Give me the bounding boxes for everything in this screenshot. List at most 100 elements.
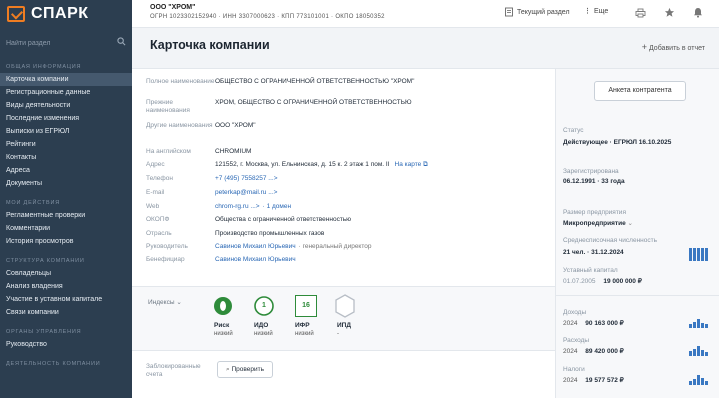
sidebar-item-comments[interactable]: Комментарии <box>0 222 132 235</box>
sidebar-item-co-owners[interactable]: Совладельцы <box>0 267 132 280</box>
sidebar-item-activities[interactable]: Виды деятельности <box>0 99 132 112</box>
field-label: ОКОПФ <box>146 216 170 223</box>
sidebar-item-documents[interactable]: Документы <box>0 177 132 190</box>
indices-toggle[interactable]: Индексы ⌄ <box>148 298 182 306</box>
star-icon[interactable] <box>664 7 675 18</box>
revenue-year: 2024 <box>563 320 578 327</box>
logo[interactable]: СПАРК <box>0 0 132 28</box>
taxes-label: Налоги <box>563 366 585 373</box>
field-full-name: Полное наименование ОБЩЕСТВО С ОГРАНИЧЕН… <box>146 78 414 86</box>
chevron-down-icon: ⌄ <box>176 299 182 306</box>
registered-label: Зарегистрирована <box>563 168 619 175</box>
sidebar-item-company-links[interactable]: Связи компании <box>0 306 132 319</box>
field-label: На английском <box>146 148 191 155</box>
phone-link[interactable]: +7 (495) 7558257 ...> <box>215 175 278 183</box>
sidebar-item-recent-changes[interactable]: Последние изменения <box>0 112 132 125</box>
section-title: СТРУКТУРА КОМПАНИИ <box>6 258 85 264</box>
divider <box>556 295 719 296</box>
field-value: ОБЩЕСТВО С ОГРАНИЧЕННОЙ ОТВЕТСТВЕННОСТЬЮ… <box>215 78 415 85</box>
sidebar-item-registration[interactable]: Регистрационные данные <box>0 86 132 99</box>
sidebar-section-general: ОБЩАЯ ИНФОРМАЦИЯ Карточка компании Регис… <box>0 58 132 190</box>
sidebar-item-ratings[interactable]: Рейтинги <box>0 138 132 151</box>
search-icon: ⌕ <box>226 366 230 373</box>
expenses-label: Расходы <box>563 337 590 344</box>
sidebar-search-input[interactable] <box>6 34 126 52</box>
capital-label: Уставный капитал <box>563 267 618 274</box>
email-link[interactable]: peterkap@mail.ru ...> <box>215 189 277 197</box>
revenue-value: 90 163 000 ₽ <box>585 320 624 327</box>
chevron-down-icon: ⌄ <box>627 220 633 227</box>
blocked-accounts-label: Заблокированные счета <box>146 363 201 378</box>
field-value: Общества с ограниченной ответственностью <box>215 216 352 223</box>
ido-index-badge: 1 <box>262 302 266 309</box>
company-details-card: Полное наименование ОБЩЕСТВО С ОГРАНИЧЕН… <box>132 68 555 294</box>
add-to-report-button[interactable]: + Добавить в отчет <box>642 42 705 52</box>
section-title: ДЕЯТЕЛЬНОСТЬ КОМПАНИИ <box>6 361 101 367</box>
status-label: Статус <box>563 127 584 134</box>
sidebar: СПАРК ОБЩАЯ ИНФОРМАЦИЯ Карточка компании… <box>0 0 132 398</box>
sidebar-item-company-card[interactable]: Карточка компании <box>0 73 132 86</box>
ipd-index-level: - <box>337 331 339 337</box>
counterparty-form-button[interactable]: Анкета контрагента <box>594 81 686 101</box>
org-name: ООО "ХРОМ" <box>150 4 196 11</box>
ifr-index-badge[interactable]: 16 <box>295 295 317 317</box>
size-label: Размер предприятия <box>563 209 626 216</box>
sidebar-search <box>0 28 132 58</box>
blocked-accounts-card: Заблокированные счета ⌕ Проверить <box>132 350 555 398</box>
revenue-label: Доходы <box>563 309 587 316</box>
search-icon[interactable] <box>117 37 126 46</box>
logo-text: СПАРК <box>31 5 89 22</box>
sidebar-item-capital-participation[interactable]: Участие в уставном капитале <box>0 293 132 306</box>
field-english-name: На английском CHROMIUM <box>146 148 251 156</box>
org-identifiers: ОГРН 1023302152940 · ИНН 3307000623 · КП… <box>150 14 385 20</box>
sidebar-item-egrul[interactable]: Выписки из ЕГРЮЛ <box>0 125 132 138</box>
field-industry: Отрасль Производство промышленных газов <box>146 230 324 238</box>
employees-bar-chart-icon[interactable] <box>689 247 711 261</box>
sidebar-item-leadership[interactable]: Руководство <box>0 338 132 351</box>
sidebar-section-my-actions: МОИ ДЕЙСТВИЯ Регламентные проверки Комме… <box>0 190 132 248</box>
sidebar-item-ownership-analysis[interactable]: Анализ владения <box>0 280 132 293</box>
main-content: Карточка компании + Добавить в отчет Пол… <box>132 28 719 398</box>
employees-label: Среднесписочная численность <box>563 237 657 244</box>
plus-icon: + <box>641 42 648 52</box>
web-link[interactable]: chrom-rg.ru ...> <box>215 203 260 211</box>
field-beneficiary: Бенефициар Савинов Михаил Юрьевич <box>146 256 296 264</box>
section-title: ОРГАНЫ УПРАВЛЕНИЯ <box>6 329 82 335</box>
field-email: E-mail peterkap@mail.ru ...> <box>146 189 277 197</box>
field-value: Производство промышленных газов <box>215 230 325 237</box>
sidebar-item-history[interactable]: История просмотров <box>0 235 132 248</box>
ido-index-name: ИДО <box>254 322 269 329</box>
sidebar-item-contacts[interactable]: Контакты <box>0 151 132 164</box>
on-map-link[interactable]: На карте ⧉ <box>395 161 428 169</box>
print-icon[interactable] <box>635 8 646 18</box>
field-label: E-mail <box>146 189 165 196</box>
bell-icon[interactable] <box>693 7 703 18</box>
taxes-row: 2024 19 577 572 ₽ <box>563 376 624 384</box>
section-title: МОИ ДЕЙСТВИЯ <box>6 200 61 206</box>
field-value: CHROMIUM <box>215 148 252 155</box>
sidebar-item-addresses[interactable]: Адреса <box>0 164 132 177</box>
field-former-names: Прежние наименования ХРОМ, ОБЩЕСТВО С ОГ… <box>146 99 412 115</box>
size-dropdown[interactable]: Микропредприятие ⌄ <box>563 219 633 227</box>
registered-value: 06.12.1991 · 33 года <box>563 178 625 185</box>
employees-value: 21 чел. · 31.12.2024 <box>563 249 624 256</box>
sidebar-section-management: ОРГАНЫ УПРАВЛЕНИЯ Руководство <box>0 319 132 351</box>
check-button[interactable]: ⌕ Проверить <box>217 361 273 378</box>
indices-card: Индексы ⌄ Риск низкий 1 ИДО низкий 16 ИФ… <box>132 286 555 350</box>
taxes-bar-chart-icon[interactable] <box>689 373 711 385</box>
sidebar-item-checks[interactable]: Регламентные проверки <box>0 209 132 222</box>
field-label: Бенефициар <box>146 256 185 263</box>
field-director: Руководитель Савинов Михаил Юрьевич · ге… <box>146 243 372 251</box>
more-button[interactable]: ⋮ Еще <box>584 7 608 16</box>
director-link[interactable]: Савинов Михаил Юрьевич <box>215 243 296 251</box>
expenses-bar-chart-icon[interactable] <box>689 344 711 356</box>
current-section-button[interactable]: Текущий раздел <box>504 7 570 17</box>
risk-index-icon[interactable] <box>212 295 234 317</box>
revenue-bar-chart-icon[interactable] <box>689 316 711 328</box>
beneficiary-link[interactable]: Савинов Михаил Юрьевич <box>215 256 296 264</box>
field-value: 121552, г. Москва, ул. Ельнинская, д. 15… <box>215 161 390 168</box>
document-icon <box>505 7 513 17</box>
domains-link[interactable]: · 1 домен <box>263 203 291 211</box>
ipd-index-icon[interactable] <box>334 294 356 318</box>
topbar: ООО "ХРОМ" ОГРН 1023302152940 · ИНН 3307… <box>132 0 719 28</box>
